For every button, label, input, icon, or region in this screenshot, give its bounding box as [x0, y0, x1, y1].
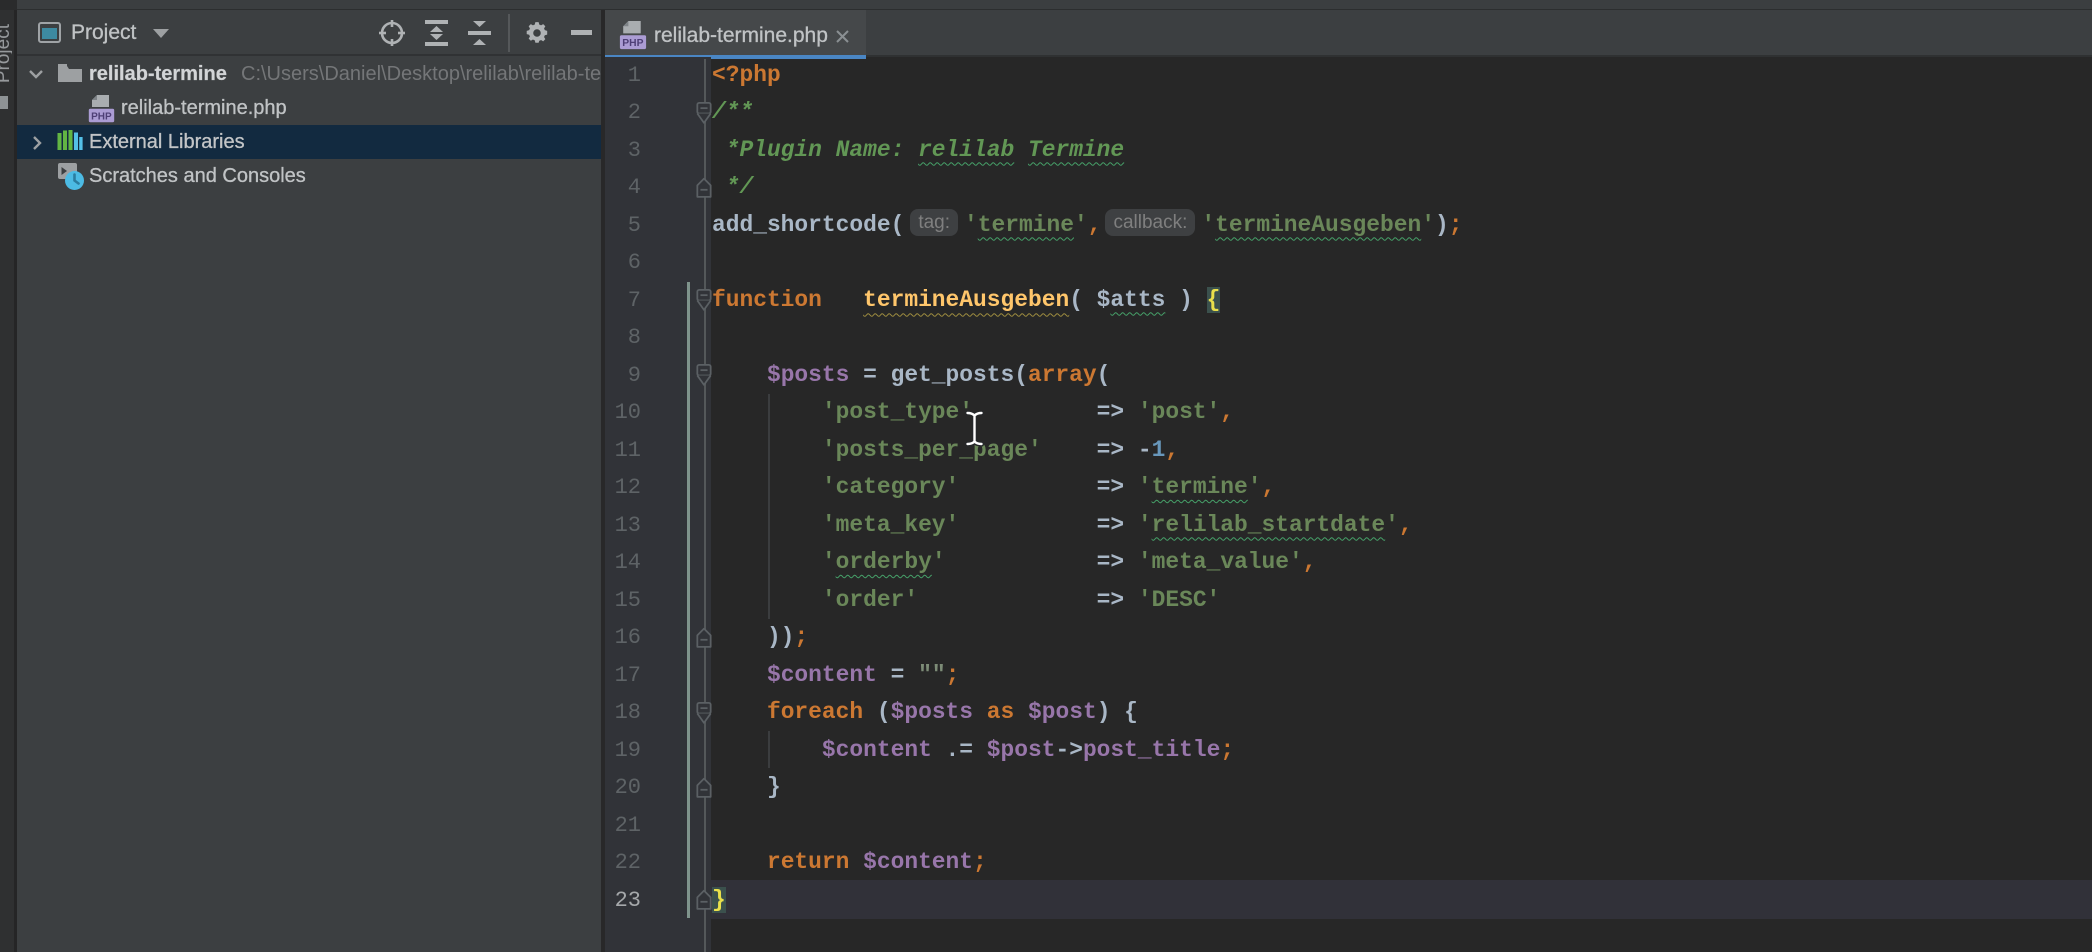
svg-text:PHP: PHP: [622, 38, 643, 49]
svg-text:PHP: PHP: [91, 111, 112, 122]
